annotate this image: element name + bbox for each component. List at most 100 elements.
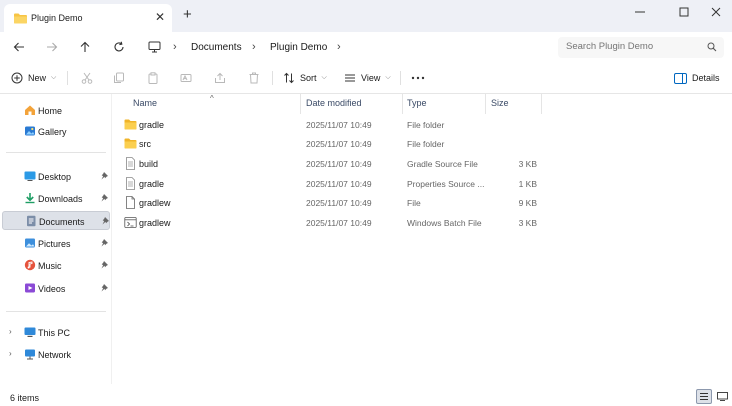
close-tab-icon[interactable]: ✕ (155, 10, 165, 24)
music-icon (24, 259, 36, 271)
copy-button[interactable] (111, 70, 127, 86)
tab-title: Plugin Demo (31, 13, 83, 23)
chevron-right-icon[interactable]: › (9, 327, 12, 336)
divider (67, 71, 68, 85)
sidebar-item-documents[interactable]: Documents (2, 211, 110, 230)
tab-plugin-demo[interactable]: Plugin Demo ✕ (4, 4, 172, 32)
chevron-right-icon[interactable]: › (337, 41, 341, 53)
cut-button[interactable] (79, 70, 95, 86)
paste-button[interactable] (145, 70, 161, 86)
new-tab-icon[interactable]: + (183, 6, 192, 23)
videos-icon (25, 283, 35, 293)
sidebar-item-desktop[interactable]: Desktop (2, 167, 110, 186)
column-divider[interactable] (485, 94, 486, 114)
search-box[interactable] (558, 37, 724, 58)
forward-button[interactable] (43, 38, 61, 56)
rename-icon (180, 74, 192, 82)
maximize-icon (679, 7, 689, 17)
pin-icon[interactable] (101, 216, 110, 225)
chevron-down-icon: ⌵ (385, 74, 391, 81)
more-options-button[interactable] (410, 70, 426, 86)
chevron-down-icon: ⌵ (51, 74, 57, 81)
share-button[interactable] (212, 70, 228, 86)
pin-icon[interactable] (100, 193, 109, 202)
close-window-button[interactable] (696, 3, 732, 21)
table-row[interactable]: gradlew 2025/11/07 10:49 File 9 KB (113, 193, 732, 212)
search-input[interactable] (566, 41, 696, 52)
column-header-size[interactable]: Size (491, 98, 509, 114)
sidebar-item-home[interactable]: Home (2, 101, 110, 120)
file-name: src (139, 139, 151, 149)
file-type: File folder (407, 120, 445, 130)
file-type: Gradle Source File (407, 159, 478, 169)
chevron-right-icon: › (252, 41, 256, 53)
table-row[interactable]: build 2025/11/07 10:49 Gradle Source Fil… (113, 154, 732, 173)
pin-icon[interactable] (100, 260, 109, 269)
tiles-view-icon (716, 392, 728, 401)
share-icon (215, 72, 225, 83)
sidebar-item-videos[interactable]: Videos (2, 279, 110, 298)
column-divider[interactable] (541, 94, 542, 114)
sidebar-item-label: Desktop (38, 172, 72, 182)
file-name: build (139, 159, 159, 169)
tiles-view-button[interactable] (714, 389, 730, 404)
up-button[interactable] (76, 38, 94, 56)
document-icon (126, 177, 135, 190)
pin-icon[interactable] (100, 283, 109, 292)
sidebar-item-label: Gallery (38, 127, 67, 137)
command-bar: New ⌵ Sort ⌵ View ⌵ Details (0, 62, 732, 94)
folder-icon (124, 138, 137, 149)
delete-button[interactable] (246, 70, 262, 86)
sidebar-item-network[interactable]: › Network (2, 345, 110, 364)
address-box[interactable]: › Documents › Plugin Demo › (140, 36, 550, 58)
table-row[interactable]: gradlew 2025/11/07 10:49 Windows Batch F… (113, 213, 732, 232)
column-divider[interactable] (402, 94, 403, 114)
refresh-button[interactable] (110, 38, 128, 56)
blank-file-icon (126, 196, 135, 209)
sidebar-item-this-pc[interactable]: › This PC (2, 323, 110, 342)
breadcrumb-plugin-demo[interactable]: Plugin Demo (270, 42, 327, 53)
back-button[interactable] (10, 38, 28, 56)
sidebar-item-pictures[interactable]: Pictures (2, 234, 110, 253)
chevron-right-icon: › (173, 41, 177, 53)
sort-ascending-icon: ^ (210, 94, 214, 103)
rename-button[interactable] (178, 70, 194, 86)
chevron-right-icon[interactable]: › (9, 349, 12, 358)
navigation-pane: Home Gallery Desktop Downloads Documents… (0, 94, 112, 384)
sidebar-item-downloads[interactable]: Downloads (2, 189, 110, 208)
sidebar-item-music[interactable]: Music (2, 256, 110, 275)
column-header-type[interactable]: Type (407, 98, 427, 114)
file-name: gradle (139, 120, 165, 130)
divider (400, 71, 401, 85)
minimize-button[interactable] (620, 3, 660, 21)
new-button[interactable]: New ⌵ (11, 70, 56, 86)
refresh-icon (114, 41, 124, 52)
view-list-icon (345, 74, 355, 82)
details-view-button[interactable] (696, 389, 712, 404)
documents-icon (27, 215, 36, 227)
column-divider[interactable] (300, 94, 301, 114)
view-button[interactable]: View ⌵ (344, 70, 391, 86)
minimize-icon (635, 11, 645, 13)
network-icon (25, 349, 35, 360)
sidebar-item-gallery[interactable]: Gallery (2, 122, 110, 141)
breadcrumb-documents[interactable]: Documents (191, 42, 242, 53)
divider (6, 311, 106, 312)
scissors-icon (81, 72, 93, 84)
column-header-name[interactable]: Name (133, 98, 157, 114)
pin-icon[interactable] (100, 171, 109, 180)
table-row[interactable]: gradle 2025/11/07 10:49 Properties Sourc… (113, 174, 732, 193)
search-icon (707, 42, 717, 52)
sidebar-item-label: Home (38, 106, 63, 116)
desktop-icon (24, 171, 36, 181)
pin-icon[interactable] (100, 238, 109, 247)
table-row[interactable]: gradle 2025/11/07 10:49 File folder (113, 115, 732, 134)
details-pane-icon (674, 72, 687, 84)
sort-button[interactable]: Sort ⌵ (283, 70, 327, 86)
new-label: New (28, 73, 47, 83)
details-pane-button[interactable]: Details (674, 70, 720, 86)
table-row[interactable]: src 2025/11/07 10:49 File folder (113, 134, 732, 153)
file-name: gradlew (139, 218, 171, 228)
column-header-date[interactable]: Date modified (306, 98, 362, 114)
arrow-right-icon (47, 42, 58, 52)
